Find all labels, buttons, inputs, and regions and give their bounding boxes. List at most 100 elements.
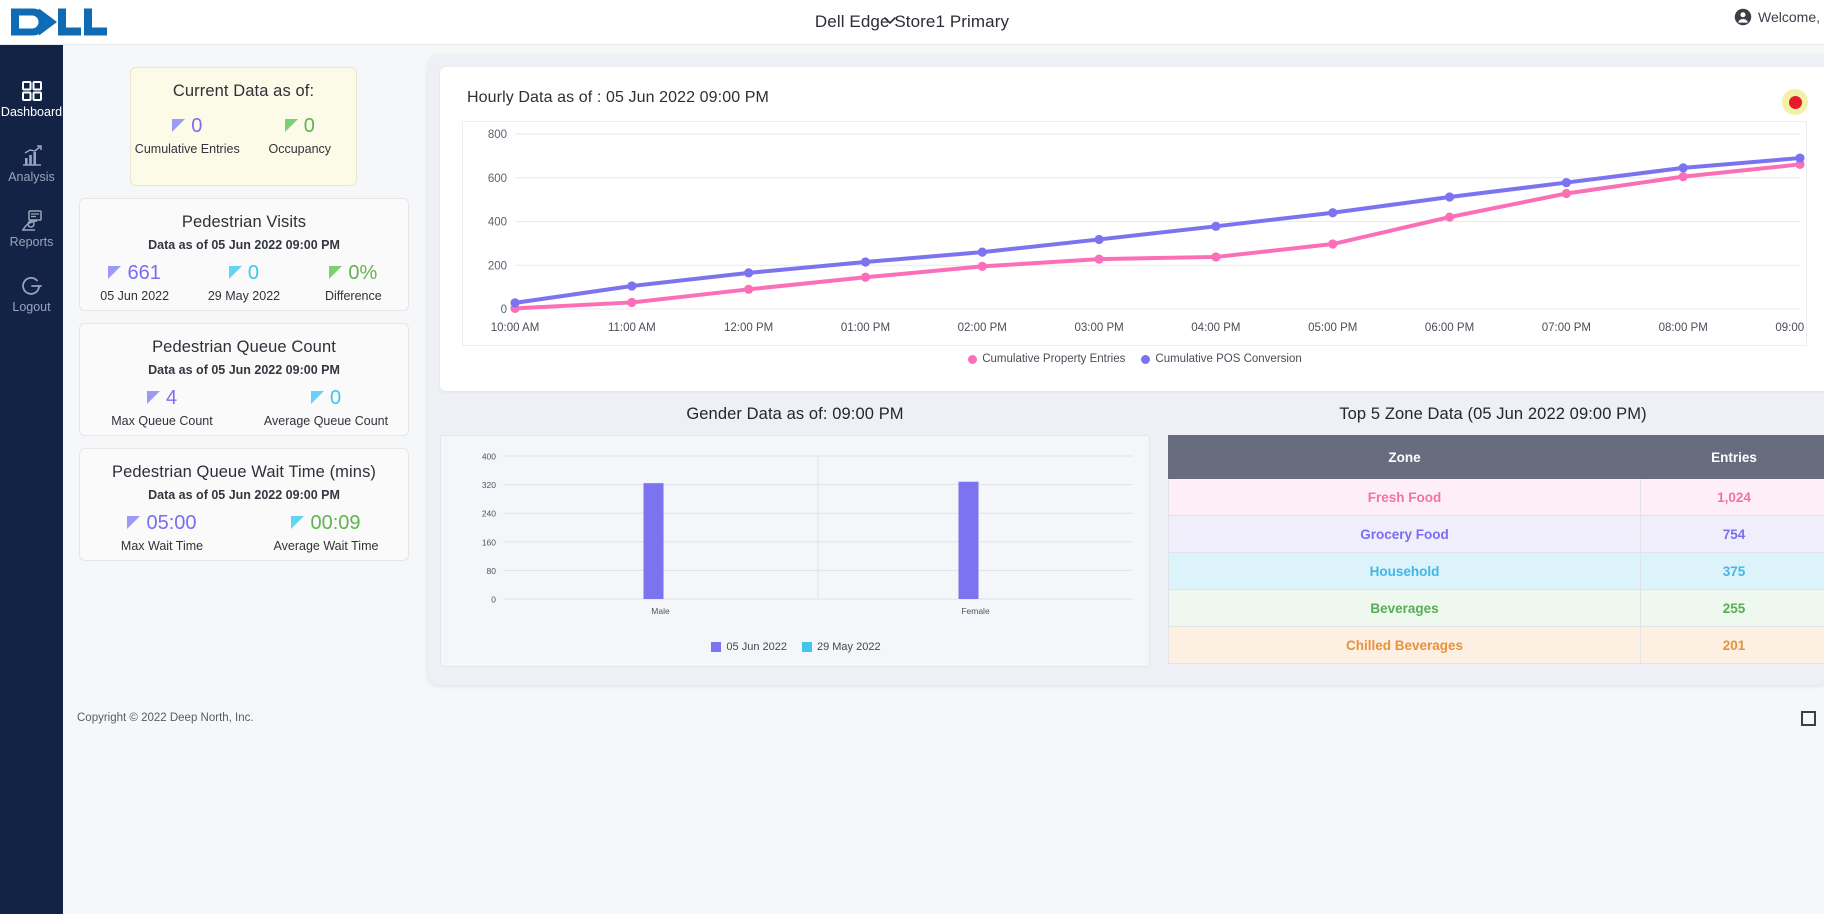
metric-value: 0 xyxy=(247,262,260,284)
triangle-marker-icon xyxy=(291,516,305,529)
legend-label: 29 May 2022 xyxy=(816,641,881,653)
table-header-row: Zone Entries xyxy=(1168,435,1824,479)
column-header-zone: Zone xyxy=(1168,435,1641,479)
analytics-panel: Hourly Data as of : 05 Jun 2022 09:00 PM… xyxy=(428,55,1824,685)
power-icon xyxy=(21,276,42,295)
table-row[interactable]: Chilled Beverages 201 xyxy=(1168,626,1824,664)
hourly-chart-card: Hourly Data as of : 05 Jun 2022 09:00 PM… xyxy=(440,67,1824,391)
table-row[interactable]: Grocery Food 754 xyxy=(1168,515,1824,553)
sidebar-item-label: Reports xyxy=(9,234,54,249)
legend-label: 05 Jun 2022 xyxy=(726,641,787,653)
svg-text:12:00 PM: 12:00 PM xyxy=(724,322,773,334)
triangle-marker-icon xyxy=(310,391,324,404)
metric-max-wait-time: 05:00 Max Wait Time xyxy=(80,512,244,553)
sidebar-item-dashboard[interactable]: Dashboard xyxy=(0,68,63,129)
svg-text:0: 0 xyxy=(501,304,507,316)
gender-chart-plot: 0 80 160 240 320 400 Male Female xyxy=(463,448,1139,623)
triangle-marker-icon xyxy=(146,391,160,404)
gender-chart-card: 0 80 160 240 320 400 Male Female 05 Jun 2022 29… xyxy=(440,435,1150,667)
legend-item-29may[interactable]: 29 May 2022 xyxy=(801,641,881,653)
sidebar-item-label: Logout xyxy=(12,299,51,314)
card-subtitle: Data as of 05 Jun 2022 09:00 PM xyxy=(148,363,340,377)
svg-text:09:00 PM: 09:00 PM xyxy=(1775,322,1808,334)
account-icon xyxy=(1734,8,1752,26)
sidebar-item-reports[interactable]: Reports xyxy=(0,198,63,259)
svg-text:800: 800 xyxy=(488,129,507,141)
sidebar-item-logout[interactable]: Logout xyxy=(0,263,63,324)
legend-item-05jun[interactable]: 05 Jun 2022 xyxy=(711,641,787,653)
top-bar: Dell Edge Store1 Primary Welcome, xyxy=(0,0,1824,45)
metric-visits-today: 661 05 Jun 2022 xyxy=(80,262,189,303)
card-title: Pedestrian Visits xyxy=(181,213,307,231)
triangle-marker-icon xyxy=(108,266,122,279)
store-title: Dell Edge Store1 Primary xyxy=(814,12,1010,31)
metric-value: 00:09 xyxy=(310,512,361,534)
table-row[interactable]: Household 375 xyxy=(1168,552,1824,590)
gender-chart-legend: 05 Jun 2022 29 May 2022 xyxy=(441,641,1151,653)
svg-text:600: 600 xyxy=(488,173,507,185)
triangle-marker-icon xyxy=(329,266,343,279)
cell-zone: Chilled Beverages xyxy=(1168,626,1641,664)
column-header-entries: Entries xyxy=(1639,435,1824,479)
metric-average-queue-count: 0 Average Queue Count xyxy=(244,387,408,428)
card-title: Pedestrian Queue Count xyxy=(152,338,336,356)
card-subtitle: Data as of 05 Jun 2022 09:00 PM xyxy=(148,488,340,502)
metric-value: 4 xyxy=(165,387,178,409)
current-data-card: Current Data as of: 0 Cumulative Entries… xyxy=(130,67,357,186)
metric-label: Average Wait Time xyxy=(273,539,379,553)
metric-value: 05:00 xyxy=(146,512,197,534)
svg-text:02:00 PM: 02:00 PM xyxy=(958,322,1007,334)
hourly-chart-legend: Cumulative Property Entries Cumulative P… xyxy=(440,353,1824,365)
pedestrian-queue-count-card: Pedestrian Queue Count Data as of 05 Jun… xyxy=(79,323,409,436)
grid-icon xyxy=(21,80,42,101)
metric-cumulative-entries: 0 Cumulative Entries xyxy=(131,115,244,156)
legend-label: Cumulative POS Conversion xyxy=(1155,353,1302,365)
svg-text:Male: Male xyxy=(651,606,670,616)
triangle-marker-icon xyxy=(284,119,298,132)
legend-color-swatch xyxy=(801,642,812,652)
cell-entries: 754 xyxy=(1639,515,1824,553)
pedestrian-queue-wait-card: Pedestrian Queue Wait Time (mins) Data a… xyxy=(79,448,409,561)
legend-item-entries[interactable]: Cumulative Property Entries xyxy=(968,353,1125,365)
sidebar: Dashboard Analysis Reports Logout xyxy=(0,45,63,914)
triangle-marker-icon xyxy=(172,119,186,132)
metric-max-queue-count: 4 Max Queue Count xyxy=(80,387,244,428)
svg-text:240: 240 xyxy=(482,509,496,519)
welcome-label: Welcome, xyxy=(1758,9,1820,25)
triangle-marker-icon xyxy=(127,516,141,529)
cell-entries: 201 xyxy=(1639,626,1824,664)
legend-item-pos[interactable]: Cumulative POS Conversion xyxy=(1141,353,1302,365)
metric-visits-difference: 0% Difference xyxy=(299,262,408,303)
metric-label: 29 May 2022 xyxy=(207,289,281,303)
copyright-text: Copyright © 2022 Deep North, Inc. xyxy=(77,712,254,724)
cell-entries: 375 xyxy=(1639,552,1824,590)
svg-text:Female: Female xyxy=(961,606,990,616)
svg-text:06:00 PM: 06:00 PM xyxy=(1425,322,1474,334)
table-row[interactable]: Fresh Food 1,024 xyxy=(1168,478,1824,516)
svg-text:400: 400 xyxy=(482,452,496,462)
triangle-marker-icon xyxy=(228,266,242,279)
table-row[interactable]: Beverages 255 xyxy=(1168,589,1824,627)
metric-value: 661 xyxy=(127,262,161,284)
metric-occupancy: 0 Occupancy xyxy=(244,115,357,156)
metric-label: Cumulative Entries xyxy=(134,142,240,156)
metric-label: Average Queue Count xyxy=(263,414,389,428)
card-subtitle: Data as of 05 Jun 2022 09:00 PM xyxy=(148,238,340,252)
main-content: Current Data as of: 0 Cumulative Entries… xyxy=(63,45,1824,914)
metric-label: Difference xyxy=(324,289,382,303)
cell-zone: Fresh Food xyxy=(1168,478,1641,516)
legend-label: Cumulative Property Entries xyxy=(982,353,1126,365)
sidebar-item-analysis[interactable]: Analysis xyxy=(0,133,63,194)
card-title: Pedestrian Queue Wait Time (mins) xyxy=(111,463,377,481)
sidebar-item-label: Analysis xyxy=(8,169,55,184)
fullscreen-icon[interactable] xyxy=(1801,711,1816,726)
chevron-down-icon[interactable] xyxy=(880,10,900,30)
report-icon xyxy=(21,210,42,231)
user-welcome[interactable]: Welcome, xyxy=(1734,8,1820,26)
live-record-icon[interactable] xyxy=(1782,89,1808,115)
svg-text:200: 200 xyxy=(488,260,507,272)
gender-chart-title: Gender Data as of: 09:00 PM xyxy=(686,405,904,423)
pedestrian-visits-card: Pedestrian Visits Data as of 05 Jun 2022… xyxy=(79,198,409,311)
metric-value: 0% xyxy=(348,262,378,284)
metric-visits-prev: 0 29 May 2022 xyxy=(189,262,298,303)
